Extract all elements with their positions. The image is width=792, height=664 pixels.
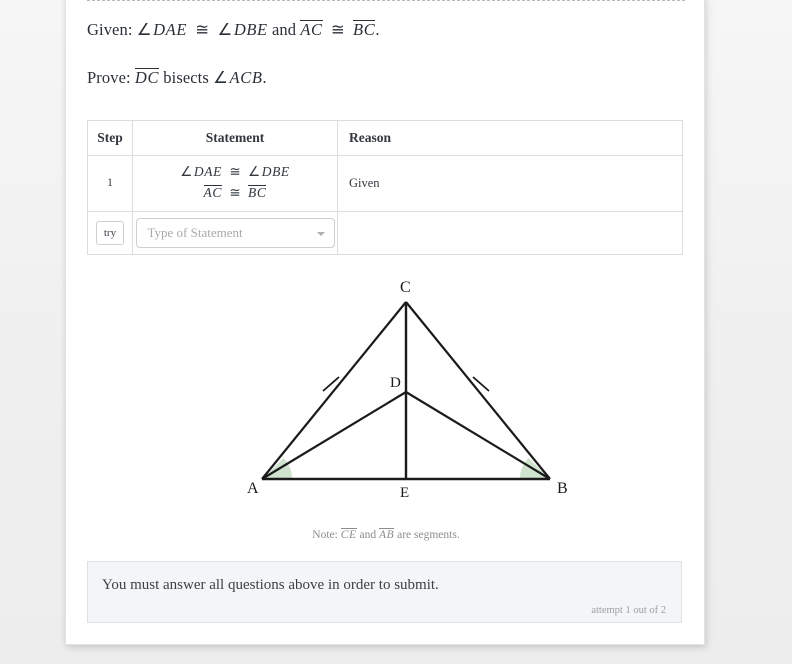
prove-label: Prove: xyxy=(87,68,131,88)
note-segment-1: CE xyxy=(340,527,357,541)
header-step: Step xyxy=(87,119,133,156)
given-angle-1: DAE xyxy=(137,20,187,39)
statement-line-2: AC ≅ BC xyxy=(133,183,337,204)
segment-AD xyxy=(261,390,407,480)
prove-verb: bisects xyxy=(163,68,209,88)
input-row-reason xyxy=(337,210,683,255)
triangle-figure: C D A E B xyxy=(247,279,568,501)
given-statement: Given: DAE ≅ DBE and AC ≅ BC. xyxy=(87,19,685,41)
given-angle-2: DBE xyxy=(217,20,267,39)
warning-message: You must answer all questions above in o… xyxy=(102,576,439,593)
header-statement: Statement xyxy=(132,119,338,156)
given-segment-2: BC xyxy=(353,20,376,39)
attempt-counter: attempt 1 out of 2 xyxy=(591,605,666,617)
note-conjunction: and xyxy=(359,528,377,541)
statement-select-cell: Type of Statement xyxy=(132,210,338,255)
prove-statement: Prove: DC bisects ACB. xyxy=(87,67,685,89)
card-content: Given: DAE ≅ DBE and AC ≅ BC. Prove: DC … xyxy=(87,0,685,624)
row-step-number: 1 xyxy=(87,154,133,212)
given-label: Given: xyxy=(87,20,133,39)
try-button[interactable]: try xyxy=(96,220,124,245)
proof-table: Step Statement Reason 1 DAE ≅ DBE xyxy=(87,119,683,255)
statement-type-select[interactable]: Type of Statement xyxy=(135,217,335,248)
statement-line-1: DAE ≅ DBE xyxy=(133,162,337,183)
congruent-symbol: ≅ xyxy=(195,20,210,39)
submit-warning-banner: You must answer all questions above in o… xyxy=(87,560,682,624)
statement-type-placeholder: Type of Statement xyxy=(147,224,243,240)
prove-segment: DC xyxy=(134,68,160,88)
label-E: E xyxy=(400,485,409,501)
table-input-row: try Type of Statement xyxy=(87,210,683,255)
statement-angle-2: DBE xyxy=(248,164,290,179)
statement-angle-1: DAE xyxy=(180,164,222,179)
top-divider xyxy=(87,0,685,1)
row-statement: DAE ≅ DBE AC ≅ BC xyxy=(132,154,338,212)
question-card: Given: DAE ≅ DBE and AC ≅ BC. Prove: DC … xyxy=(65,0,705,645)
table-row: 1 DAE ≅ DBE AC ≅ BC Given xyxy=(87,154,683,212)
segment-BC xyxy=(405,300,551,480)
row-reason: Given xyxy=(337,154,683,212)
try-cell: try xyxy=(87,210,133,255)
table-header-row: Step Statement Reason xyxy=(87,119,683,156)
note-segment-2: AB xyxy=(378,527,395,541)
header-reason: Reason xyxy=(337,119,683,156)
statement-congruent-1: ≅ xyxy=(229,164,241,180)
segment-AC xyxy=(261,300,407,480)
label-B: B xyxy=(557,480,568,497)
chevron-down-icon xyxy=(316,231,325,236)
segment-DB xyxy=(405,390,551,480)
congruent-symbol-2: ≅ xyxy=(330,20,345,39)
given-conjunction: and xyxy=(271,20,297,39)
given-segment-1: AC xyxy=(300,20,323,39)
label-C: C xyxy=(400,279,411,296)
statement-congruent-2: ≅ xyxy=(229,185,241,201)
geometry-diagram: C D A E B Note: CE and AB are segments. xyxy=(87,269,685,541)
statement-segment-1: AC xyxy=(203,185,222,201)
label-A: A xyxy=(247,480,259,497)
statement-segment-2: BC xyxy=(248,185,267,201)
prove-angle: ACB xyxy=(213,68,262,87)
diagram-note: Note: CE and AB are segments. xyxy=(87,527,685,541)
label-D: D xyxy=(390,375,401,391)
note-suffix: are segments. xyxy=(397,528,460,541)
prove-period: . xyxy=(262,68,267,88)
note-prefix: Note: xyxy=(312,528,338,541)
given-period: . xyxy=(375,20,380,39)
